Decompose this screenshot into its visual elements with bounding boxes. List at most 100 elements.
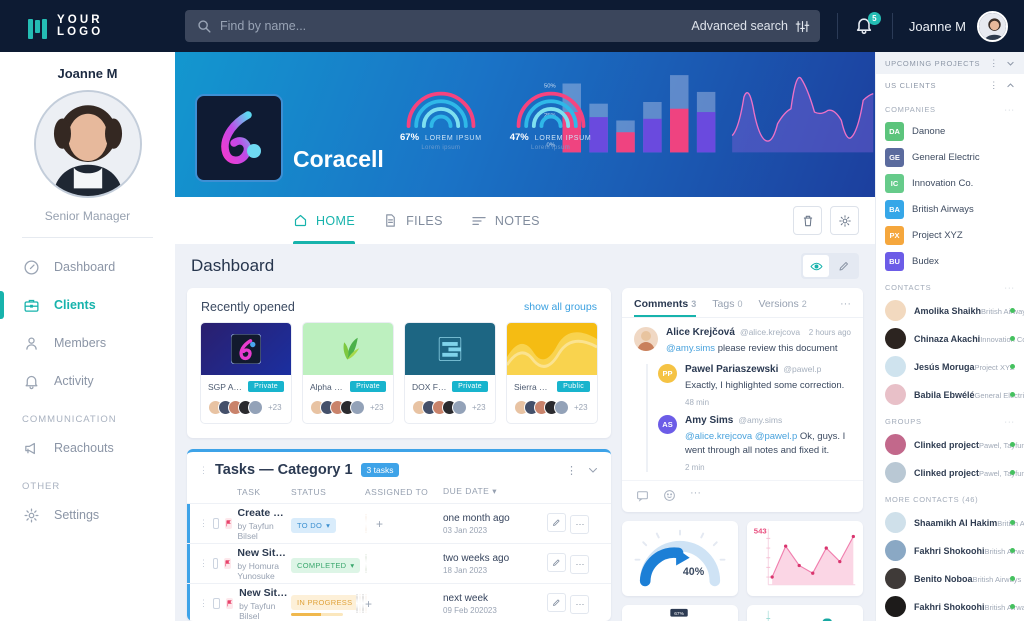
drag-handle-icon[interactable]: ⋮ [199, 465, 208, 476]
mini-charts-grid: 40% 543 67% [622, 521, 863, 621]
more-options-icon[interactable]: ⋮ [989, 80, 999, 91]
table-row[interactable]: ⋮ Create New Filters Controls by Tayfun … [187, 503, 611, 543]
list-item[interactable]: Amolika ShaikhBritish Airways [876, 296, 1024, 324]
project-card[interactable]: Sierra Medical Public [506, 322, 598, 424]
add-assignee-icon[interactable]: + [365, 597, 372, 611]
contact-info: Benito NoboaBritish Airways [914, 569, 1021, 587]
list-item[interactable]: PX Project XYZ [876, 222, 1024, 248]
profile-name: Joanne M [57, 66, 118, 81]
brand-logo[interactable]: YOUR LOGO [0, 0, 175, 52]
edit-task-button[interactable] [547, 513, 566, 533]
column-header-due-label: DUE DATE [443, 486, 490, 496]
edit-task-button[interactable] [547, 593, 566, 613]
list-item[interactable]: DA Danone [876, 118, 1024, 144]
avatar[interactable] [977, 10, 1008, 42]
tab-versions[interactable]: Versions 2 [758, 298, 806, 317]
list-item[interactable]: Fakhri ShokoohiBritish Airways [876, 592, 1024, 620]
more-options-icon[interactable]: ··· [1005, 105, 1016, 114]
list-item[interactable]: Benito NoboaBritish Airways [876, 564, 1024, 592]
project-card[interactable]: DOX Finance Private [404, 322, 496, 424]
sidebar-item-reachouts[interactable]: Reachouts [0, 429, 175, 467]
user-name[interactable]: Joanne M [909, 19, 966, 34]
drag-handle-icon[interactable]: ⋮ [199, 598, 208, 609]
delete-button[interactable] [793, 206, 822, 235]
list-item[interactable]: Babila EbwéléGeneral Electric [876, 380, 1024, 408]
more-options-icon[interactable]: ··· [1005, 417, 1016, 426]
column-header-due[interactable]: DUE DATE ▾ [443, 486, 547, 497]
list-item[interactable]: BA British Airways [876, 196, 1024, 222]
teal-bar-chart-card[interactable] [747, 605, 863, 621]
task-status-cell[interactable]: IN PROGRESS [291, 592, 365, 616]
task-status-cell[interactable]: COMPLETED ▾ [291, 555, 365, 573]
list-item[interactable]: Clinked projectPawel, Tayfun, Ivan... [876, 458, 1024, 486]
tasks-card: ⋮ Tasks — Category 1 3 tasks ⋮ TASK STAT… [187, 449, 611, 621]
chevron-down-icon[interactable] [587, 464, 599, 476]
task-checkbox[interactable] [213, 558, 219, 569]
pink-area-chart-card[interactable]: 543 [747, 521, 863, 597]
more-options-icon[interactable]: ··· [1005, 283, 1016, 292]
tab-notes[interactable]: NOTES [471, 197, 540, 244]
list-item[interactable]: Clinked projectPawel, Tayfun, Ivan... [876, 430, 1024, 458]
task-assignee-cell[interactable] [365, 553, 443, 573]
sidebar-item-settings[interactable]: Settings [0, 496, 175, 534]
edit-task-button[interactable] [547, 553, 566, 573]
show-all-groups-link[interactable]: show all groups [524, 301, 597, 313]
advanced-search-button[interactable]: Advanced search [691, 19, 810, 34]
list-item[interactable]: Chinaza AkachiInnovation Co. [876, 324, 1024, 352]
list-item[interactable]: GE General Electric [876, 144, 1024, 170]
list-item[interactable]: Shaamikh Al HakimBritish Airways [876, 508, 1024, 536]
more-actions-button[interactable]: ··· [570, 594, 590, 614]
project-card[interactable]: SGP Accountants Private [200, 322, 292, 424]
more-options-icon[interactable]: ⋮ [566, 464, 577, 477]
tab-tags[interactable]: Tags 0 [712, 298, 742, 317]
megaphone-icon [22, 439, 41, 458]
search-input[interactable] [220, 19, 683, 33]
sidebar-item-activity[interactable]: Activity [0, 362, 175, 400]
logo-dark-icon [231, 334, 261, 364]
more-options-icon[interactable]: ··· [690, 488, 701, 502]
more-options-icon[interactable]: ⋮ [989, 58, 999, 69]
upcoming-projects-section[interactable]: UPCOMING PROJECTS ⋮ [876, 52, 1024, 74]
list-item[interactable]: Fakhri ShokoohiBritish Airways [876, 536, 1024, 564]
us-clients-section[interactable]: US CLIENTS ⋮ [876, 74, 1024, 96]
project-card[interactable]: Alpha Design Private [302, 322, 394, 424]
drag-handle-icon[interactable]: ⋮ [199, 558, 208, 569]
notifications-button[interactable]: 5 [854, 12, 881, 37]
drag-handle-icon[interactable]: ⋮ [199, 518, 208, 529]
preview-mode-button[interactable] [803, 255, 829, 277]
task-status-cell[interactable]: TO DO ▾ [291, 515, 365, 533]
tab-comments[interactable]: Comments 3 [634, 298, 697, 317]
chevron-up-icon[interactable] [1006, 81, 1015, 90]
comments-more-icon[interactable]: ··· [840, 298, 851, 317]
tab-files[interactable]: FILES [383, 197, 443, 244]
sidebar-item-clients[interactable]: Clients [0, 286, 175, 324]
sidebar-item-dashboard[interactable]: Dashboard [0, 248, 175, 286]
task-assignee-cell[interactable]: + [356, 593, 443, 613]
edit-mode-button[interactable] [831, 255, 857, 277]
more-actions-button[interactable]: ··· [570, 514, 590, 534]
column-header-status: STATUS [291, 486, 327, 497]
gauge-chart-card[interactable]: 40% [622, 521, 738, 597]
mention[interactable]: @amy.sims [666, 343, 715, 354]
profile-avatar[interactable] [33, 90, 142, 198]
list-item[interactable]: IC Innovation Co. [876, 170, 1024, 196]
settings-button[interactable] [830, 206, 859, 235]
sidebar-item-members[interactable]: Members [0, 324, 175, 362]
add-assignee-icon[interactable]: + [376, 517, 383, 531]
gauge-chart: 40% [634, 529, 726, 587]
task-checkbox[interactable] [213, 518, 219, 529]
table-row[interactable]: ⋮ New Site Endpoint (change r by Homura … [187, 543, 611, 583]
search-box[interactable]: Advanced search [185, 10, 820, 42]
table-row[interactable]: ⋮ New Site Endpoint by Tayfun Bilsel [187, 583, 611, 621]
list-item[interactable]: Jesús MorugaProject XYZ [876, 352, 1024, 380]
reply-icon[interactable] [636, 489, 649, 502]
emoji-icon[interactable] [663, 489, 676, 502]
list-item[interactable]: BU Budex [876, 248, 1024, 274]
pink-bell-chart-card[interactable]: 67% [622, 605, 738, 621]
tab-home[interactable]: HOME [293, 197, 356, 244]
mention[interactable]: @alice.krejcova @pawel.p [685, 431, 797, 442]
task-assignee-cell[interactable]: + [365, 513, 443, 533]
task-checkbox[interactable] [213, 598, 221, 609]
chevron-down-icon[interactable] [1006, 59, 1015, 68]
more-actions-button[interactable]: ··· [570, 554, 590, 574]
